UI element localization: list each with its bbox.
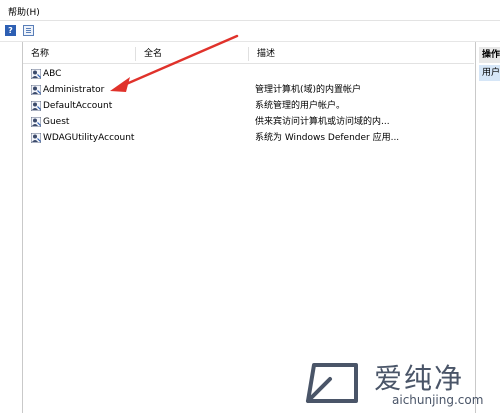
view-icon[interactable]	[23, 25, 34, 36]
table-row[interactable]: Guest 供来宾访问计算机或访问域的内...	[23, 114, 474, 130]
help-icon[interactable]: ?	[5, 25, 16, 36]
row-description: 系统管理的用户帐户。	[255, 101, 346, 111]
table-row[interactable]: WDAGUtilityAccount 系统为 Windows Defender …	[23, 130, 474, 146]
user-icon	[31, 133, 41, 143]
user-icon	[31, 117, 41, 127]
user-icon	[31, 101, 41, 111]
actions-item-users[interactable]: 用户	[479, 65, 500, 81]
actions-header: 操作	[479, 47, 500, 63]
menu-help[interactable]: 帮助(H)	[8, 5, 40, 18]
row-name: ABC	[43, 69, 62, 79]
user-icon	[31, 69, 41, 79]
column-header-name[interactable]: 名称	[23, 45, 135, 63]
column-header-description[interactable]: 描述	[249, 45, 474, 63]
row-description: 供来宾访问计算机或访问域的内...	[255, 117, 390, 127]
toolbar: ?	[0, 21, 500, 42]
table-row[interactable]: ABC	[23, 66, 474, 82]
row-name: Guest	[43, 117, 70, 127]
table-row[interactable]: DefaultAccount 系统管理的用户帐户。	[23, 98, 474, 114]
table-row[interactable]: Administrator 管理计算机(域)的内置帐户	[23, 82, 474, 98]
console-tree-pane[interactable]	[0, 42, 23, 413]
watermark-text-cn: 爱纯净	[374, 362, 465, 395]
watermark-logo-icon	[306, 363, 358, 403]
menu-bar: 帮助(H)	[0, 0, 500, 21]
list-header: 名称 全名 描述	[23, 45, 474, 64]
watermark: 爱纯净 aichunjing.com	[296, 355, 496, 411]
row-description: 系统为 Windows Defender 应用...	[255, 133, 400, 143]
row-name: DefaultAccount	[43, 101, 113, 111]
row-name: Administrator	[43, 85, 105, 95]
column-header-fullname[interactable]: 全名	[136, 45, 248, 63]
row-name: WDAGUtilityAccount	[43, 133, 135, 143]
user-icon	[31, 85, 41, 95]
watermark-text-en: aichunjing.com	[392, 393, 484, 407]
row-description: 管理计算机(域)的内置帐户	[255, 85, 362, 95]
